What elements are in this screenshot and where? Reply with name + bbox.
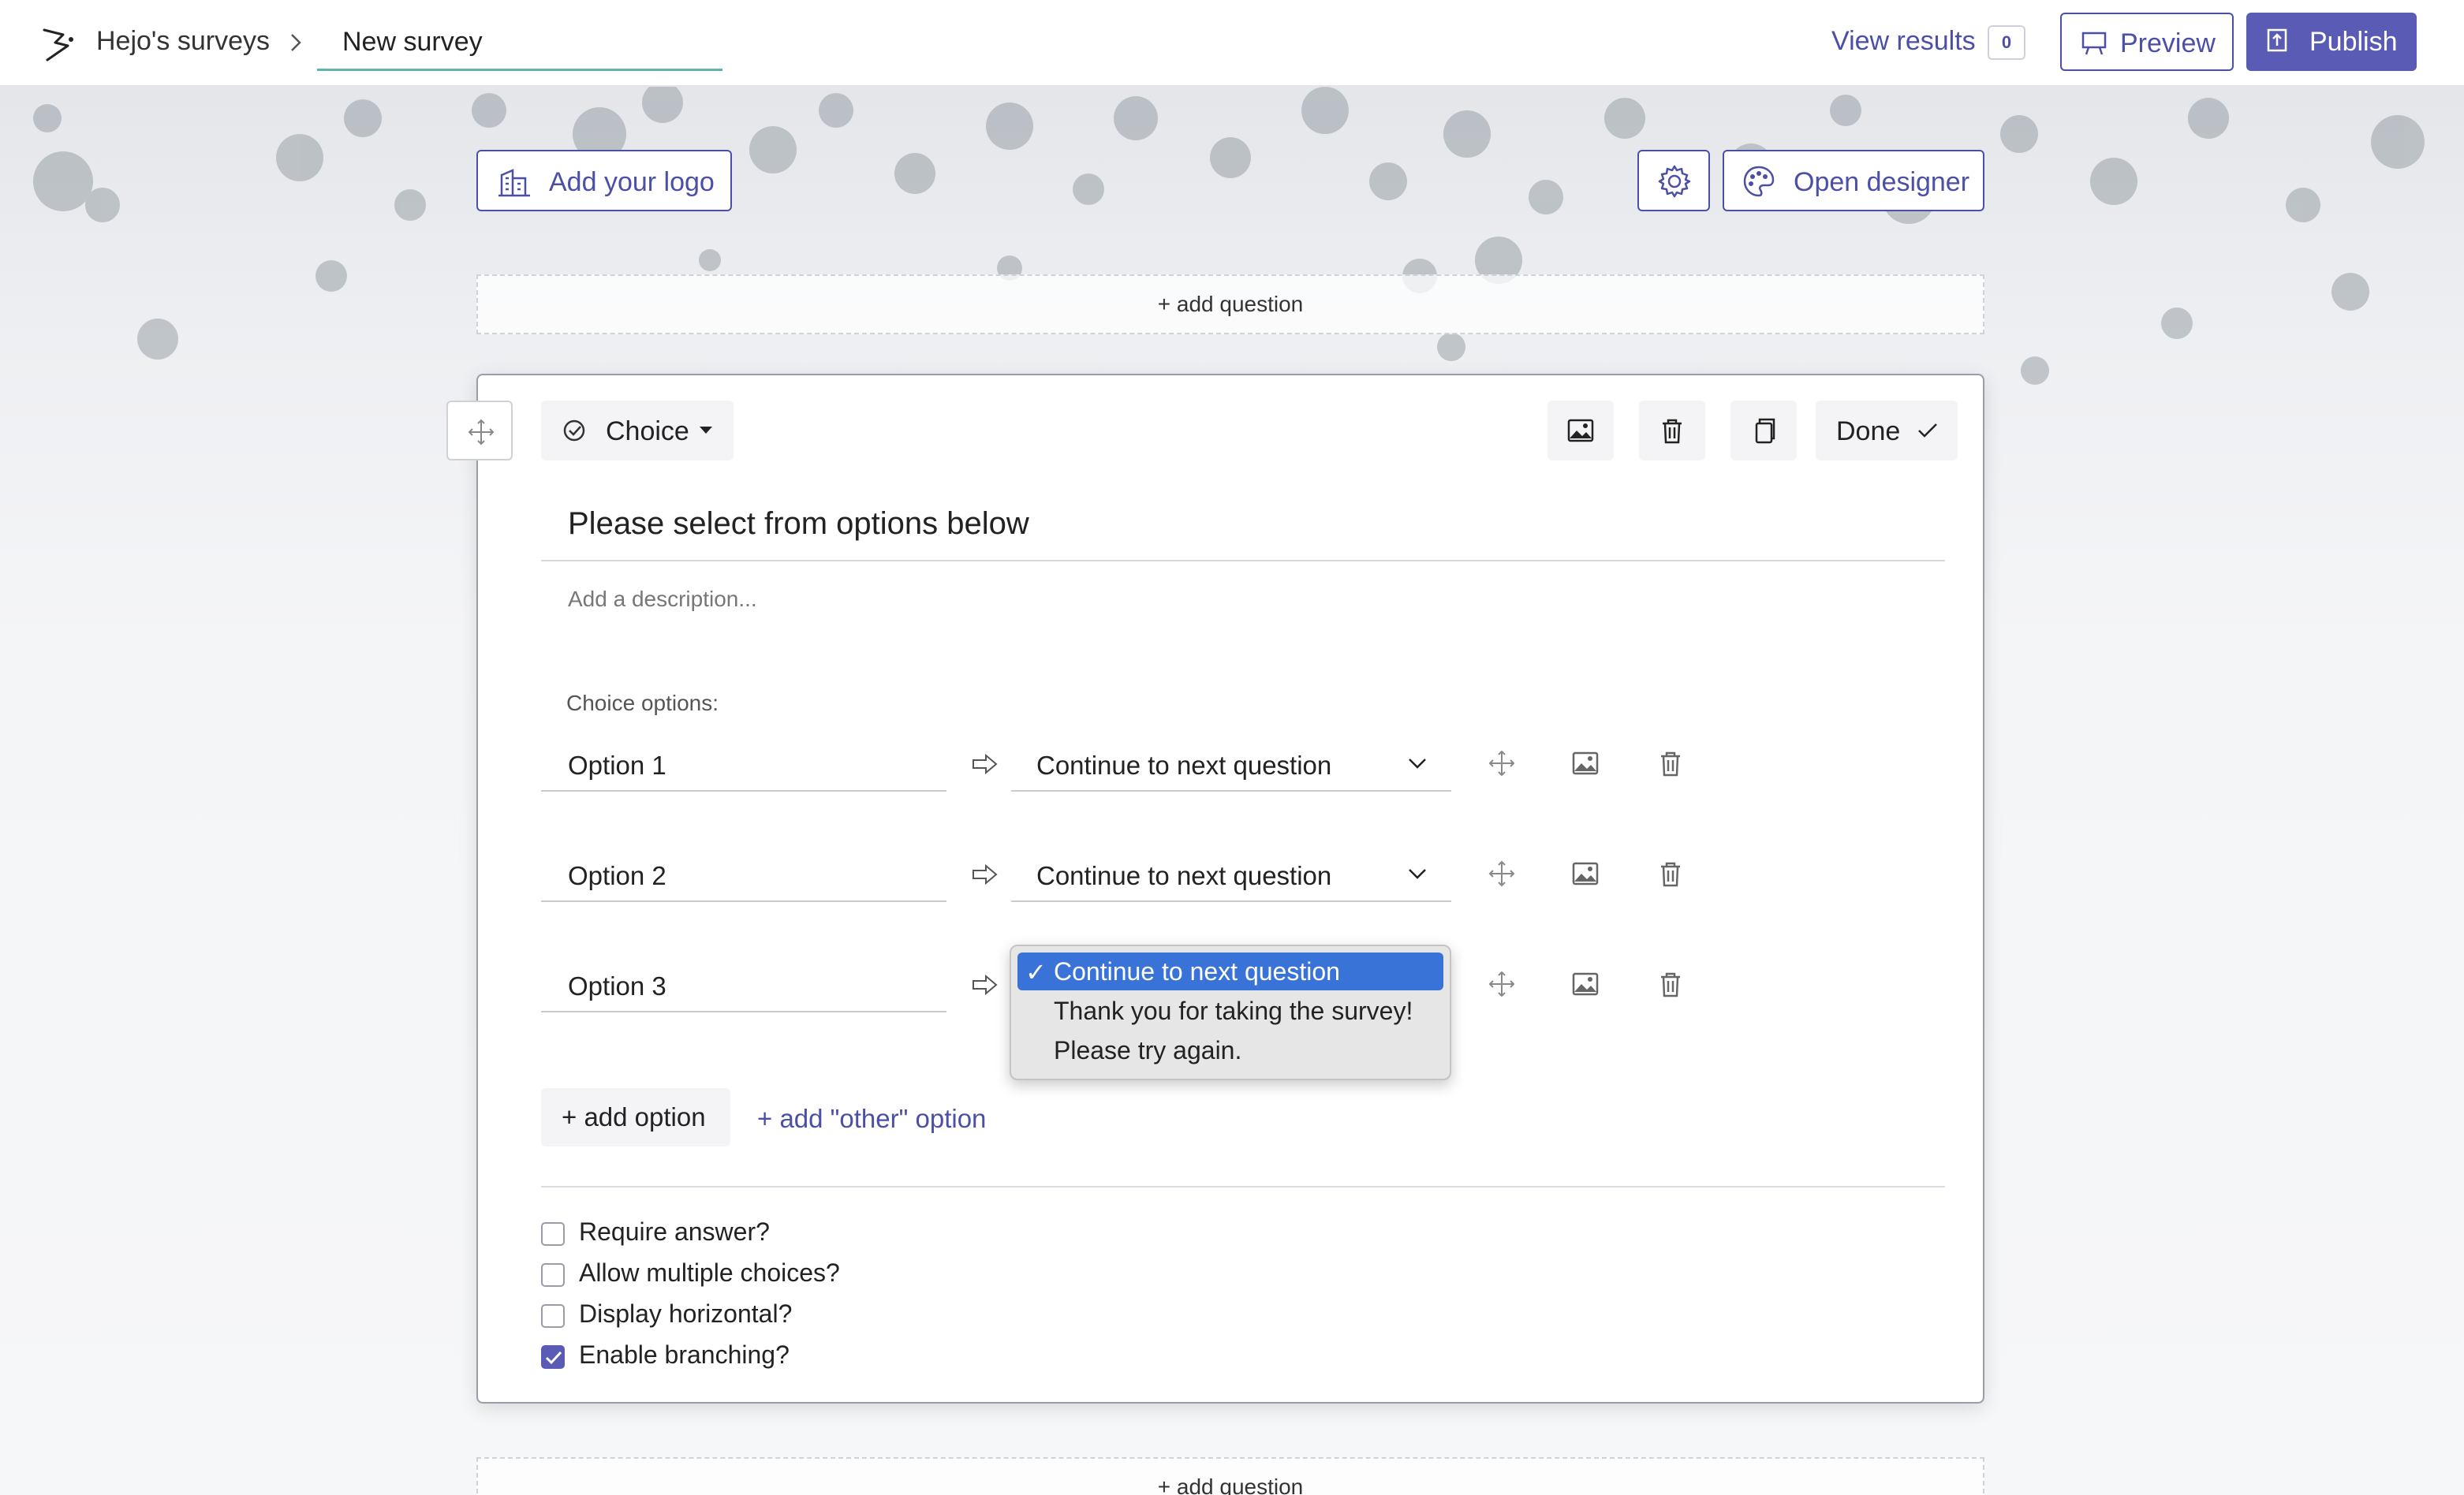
add-question-top[interactable]: + add question — [476, 274, 1984, 334]
building-icon — [498, 169, 530, 197]
add-image-button[interactable] — [1547, 401, 1614, 460]
open-designer-button[interactable]: Open designer — [1723, 150, 1984, 211]
results-count-badge: 0 — [1988, 25, 2025, 60]
check-icon — [1918, 423, 1937, 438]
palette-icon — [1743, 166, 1775, 197]
add-question-bottom[interactable]: + add question — [476, 1457, 1984, 1495]
chevron-down-icon — [1409, 869, 1426, 879]
trash-icon — [1663, 419, 1682, 444]
trash-icon[interactable] — [1656, 970, 1685, 998]
open-designer-label: Open designer — [1794, 167, 1970, 197]
done-button[interactable]: Done — [1816, 401, 1958, 460]
image-icon[interactable] — [1571, 859, 1600, 888]
checkbox-label: Allow multiple choices? — [579, 1258, 840, 1287]
move-icon[interactable] — [1488, 970, 1516, 998]
option-2-branch-text: Continue to next question — [1036, 861, 1332, 890]
chevron-down-icon — [1409, 759, 1426, 769]
question-type-dropdown[interactable]: Choice — [541, 401, 734, 460]
check-icon: ✓ — [1025, 958, 1047, 986]
dropdown-option[interactable]: Thank you for taking the survey! — [1017, 992, 1443, 1030]
view-results-link[interactable]: View results — [1831, 26, 1976, 57]
preview-button[interactable]: Preview — [2060, 13, 2234, 71]
preview-icon — [2081, 32, 2107, 55]
checkbox-label: Require answer? — [579, 1217, 770, 1246]
dropdown-option-label: Thank you for taking the survey! — [1054, 997, 1413, 1025]
arrow-right-icon — [973, 753, 998, 775]
done-label: Done — [1836, 416, 1901, 446]
move-icon — [468, 419, 495, 446]
arrow-right-icon — [973, 974, 998, 996]
add-option-button[interactable]: + add option — [541, 1088, 730, 1146]
arrow-right-icon — [973, 863, 998, 885]
brand-logo-icon[interactable] — [39, 24, 77, 65]
breadcrumb-root[interactable]: Hejo's surveys — [96, 26, 270, 57]
publish-label: Publish — [2309, 27, 2398, 57]
move-icon[interactable] — [1488, 859, 1516, 888]
option-2-input[interactable]: Option 2 — [541, 847, 946, 902]
add-logo-button[interactable]: Add your logo — [476, 150, 732, 211]
dropdown-option-label: Continue to next question — [1054, 957, 1340, 986]
image-icon[interactable] — [1571, 749, 1600, 777]
question-title-input[interactable]: Please select from options below — [541, 497, 1945, 561]
top-bar: Hejo's surveys New survey View results 0… — [0, 0, 2464, 87]
trash-icon[interactable] — [1656, 859, 1685, 888]
dropdown-option[interactable]: Please try again. — [1017, 1031, 1443, 1069]
publish-button[interactable]: Publish — [2246, 13, 2417, 71]
copy-icon — [1755, 418, 1775, 444]
publish-icon — [2267, 28, 2287, 52]
dropdown-option-label: Please try again. — [1054, 1036, 1242, 1064]
trash-icon[interactable] — [1656, 749, 1685, 777]
option-1-branch-select[interactable]: Continue to next question — [1011, 736, 1451, 792]
checkbox-box[interactable] — [541, 1304, 565, 1328]
move-icon[interactable] — [1488, 749, 1516, 777]
option-2-branch-select[interactable]: Continue to next question — [1011, 847, 1451, 902]
question-title-text: Please select from options below — [568, 506, 1029, 541]
chevron-right-icon — [291, 34, 301, 51]
check-circle-icon — [563, 419, 585, 442]
option-1-text: Option 1 — [568, 751, 666, 780]
survey-title-input[interactable]: New survey — [317, 16, 722, 71]
caret-down-icon — [700, 427, 712, 434]
checkbox-box[interactable] — [541, 1222, 565, 1246]
checkbox-box[interactable] — [541, 1263, 565, 1287]
question-type-label: Choice — [606, 416, 689, 446]
option-3-input[interactable]: Option 3 — [541, 957, 946, 1012]
choice-options-label: Choice options: — [566, 691, 719, 715]
question-description-input[interactable]: Add a description... — [568, 587, 757, 612]
delete-question-button[interactable] — [1639, 401, 1705, 460]
option-3-branch-dropdown[interactable]: ✓ Continue to next question Thank you fo… — [1010, 945, 1451, 1080]
add-other-option-link[interactable]: + add "other" option — [757, 1104, 986, 1134]
dropdown-option-selected[interactable]: ✓ Continue to next question — [1017, 953, 1443, 990]
option-1-input[interactable]: Option 1 — [541, 736, 946, 792]
checkbox-label: Display horizontal? — [579, 1299, 793, 1328]
option-2-text: Option 2 — [568, 861, 666, 890]
duplicate-question-button[interactable] — [1730, 401, 1797, 460]
option-1-branch-text: Continue to next question — [1036, 751, 1332, 780]
checkbox-box-checked[interactable] — [541, 1345, 565, 1369]
add-option-label: + add option — [562, 1102, 706, 1132]
preview-label: Preview — [2120, 28, 2216, 58]
settings-button[interactable] — [1637, 150, 1710, 211]
image-icon[interactable] — [1571, 970, 1600, 998]
image-icon — [1567, 419, 1594, 442]
gear-icon — [1658, 165, 1691, 198]
settings-divider — [541, 1186, 1945, 1187]
add-logo-label: Add your logo — [549, 167, 715, 197]
option-3-text: Option 3 — [568, 971, 666, 1001]
checkbox-label: Enable branching? — [579, 1340, 790, 1369]
survey-title-text: New survey — [342, 27, 483, 57]
question-drag-handle[interactable] — [446, 401, 513, 460]
check-icon — [545, 1351, 562, 1365]
